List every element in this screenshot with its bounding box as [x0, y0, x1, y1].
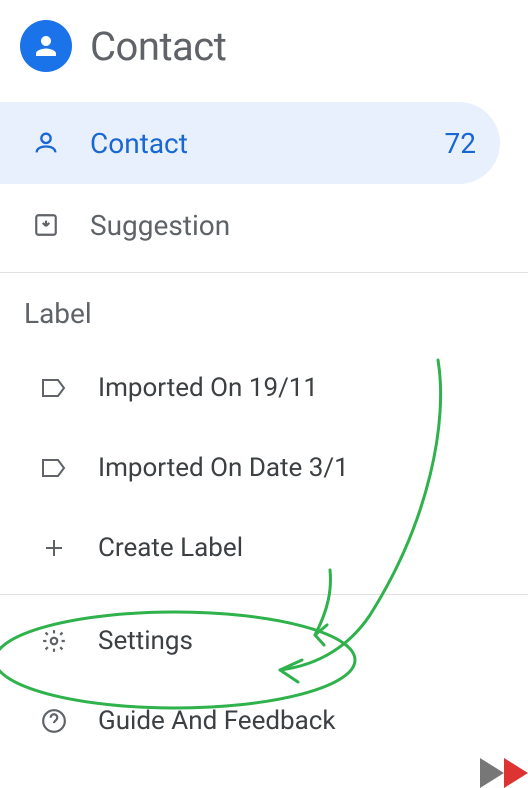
page-title: Contact	[90, 23, 226, 70]
help-label: Guide And Feedback	[98, 706, 336, 736]
section-label-labels: Label	[0, 279, 528, 348]
help-icon	[40, 707, 68, 735]
label-text: Imported On 19/11	[98, 373, 318, 403]
divider	[0, 272, 528, 273]
plus-icon	[40, 534, 68, 562]
nav-item-suggestion[interactable]: Suggestion	[0, 184, 528, 266]
label-text: Imported On Date 3/1	[98, 453, 349, 483]
gear-icon	[40, 627, 68, 655]
nav-label-contact: Contact	[90, 127, 415, 160]
create-label-text: Create Label	[98, 533, 243, 563]
nav-item-contact[interactable]: Contact 72	[0, 102, 500, 184]
nav-count-contact: 72	[445, 127, 476, 160]
divider	[0, 594, 528, 595]
label-icon	[40, 374, 68, 402]
suggestion-icon	[32, 211, 60, 239]
settings-label: Settings	[98, 626, 193, 656]
nav-label-suggestion: Suggestion	[90, 209, 504, 242]
watermark-logo	[480, 758, 528, 788]
nav-item-help[interactable]: Guide And Feedback	[0, 681, 528, 761]
person-outline-icon	[32, 129, 60, 157]
app-logo-avatar	[20, 20, 72, 72]
label-item[interactable]: Imported On 19/11	[0, 348, 528, 428]
label-item[interactable]: Imported On Date 3/1	[0, 428, 528, 508]
app-header: Contact	[0, 0, 528, 102]
label-icon	[40, 454, 68, 482]
nav-item-settings[interactable]: Settings	[0, 601, 528, 681]
create-label-button[interactable]: Create Label	[0, 508, 528, 588]
person-filled-icon	[31, 31, 61, 61]
